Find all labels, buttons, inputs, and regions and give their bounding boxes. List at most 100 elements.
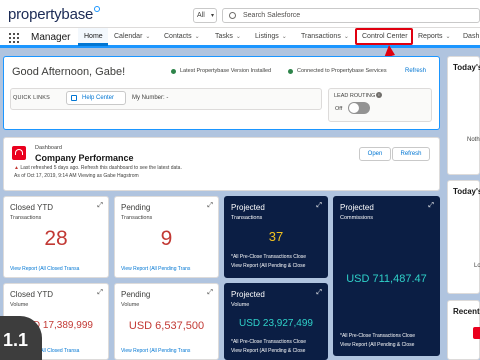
view-report-link[interactable]: View Report (All Closed Transa <box>10 266 79 272</box>
tab-contacts[interactable]: Contacts ⌄ <box>164 28 200 46</box>
tile-value: 28 <box>44 227 68 250</box>
refresh-warning: ▲ Last refreshed 5 days ago. Refresh thi… <box>14 165 182 171</box>
tile-subtitle: Volume <box>10 302 29 308</box>
view-report-link[interactable]: View Report (All Pending Trans <box>121 348 190 354</box>
view-report-link[interactable]: View Report (All Pending & Close <box>231 263 305 269</box>
recent-items-card: Recent I <box>447 300 480 360</box>
projected-commissions-tile[interactable]: Projected Commissions ⤢ USD 711,487.47 *… <box>333 196 440 356</box>
logo-mark-icon <box>94 6 101 12</box>
tab-transactions[interactable]: Transactions ⌄ <box>301 28 349 46</box>
view-report-link[interactable]: View Report (All Pending & Close <box>231 348 305 354</box>
step-badge: 1.1 <box>0 316 42 360</box>
card-text: Lo <box>474 263 480 269</box>
tab-label: Listings <box>255 33 279 40</box>
pending-transactions-tile[interactable]: Pending Transactions ⤢ 9 View Report (Al… <box>114 196 219 278</box>
chevron-down-icon[interactable]: ⌄ <box>446 34 451 40</box>
chevron-down-icon[interactable]: ⌄ <box>195 34 200 40</box>
tab-label: Home <box>84 33 103 40</box>
tab-label: Reports <box>418 33 443 40</box>
chevron-down-icon: ▾ <box>210 13 214 19</box>
lead-routing-toggle[interactable] <box>348 102 370 114</box>
tab-calendar[interactable]: Calendar ⌄ <box>114 28 150 46</box>
tab-dashboards[interactable]: Dash <box>463 28 479 46</box>
app-name: Manager <box>31 32 71 43</box>
chevron-down-icon[interactable]: ⌄ <box>236 34 241 40</box>
status-ok-icon <box>288 69 293 74</box>
highlight-box <box>355 28 413 45</box>
tab-reports[interactable]: Reports ⌄ <box>418 28 451 46</box>
propertybase-logo[interactable]: propertybase <box>8 6 101 23</box>
dashboard-header: Dashboard Company Performance ▲ Last ref… <box>3 137 440 191</box>
refresh-link[interactable]: Refresh <box>405 68 426 74</box>
search-placeholder: Search Salesforce <box>243 12 301 19</box>
status-version: Latest Propertybase Version Installed <box>180 68 272 74</box>
tab-label: Tasks <box>215 33 233 40</box>
tile-title: Closed YTD <box>10 203 53 212</box>
toggle-knob <box>349 103 359 113</box>
tile-subtitle: Transactions <box>121 215 153 221</box>
view-report-link[interactable]: View Report (All Pending & Close <box>340 342 414 348</box>
tile-title: Closed YTD <box>10 290 53 299</box>
tab-label: Calendar <box>114 33 143 40</box>
record-icon[interactable] <box>473 327 480 339</box>
tile-title: Pending <box>121 203 151 212</box>
app-launcher-icon[interactable] <box>9 33 19 43</box>
help-center-label: Help Center <box>82 95 115 101</box>
chevron-down-icon[interactable]: ⌄ <box>282 34 287 40</box>
search-icon <box>229 12 236 19</box>
help-icon <box>71 95 77 101</box>
dashboard-kicker: Dashboard <box>35 145 62 151</box>
tile-footnote: *All Pre-Close Transactions Close <box>231 339 307 345</box>
expand-icon[interactable]: ⤢ <box>207 202 213 210</box>
tile-subtitle: Volume <box>231 302 250 308</box>
expand-icon[interactable]: ⤢ <box>316 202 322 210</box>
quick-links-label: QUICK LINKS <box>13 95 51 101</box>
chevron-down-icon[interactable]: ⌄ <box>145 34 150 40</box>
view-report-link[interactable]: View Report (All Pending Trans <box>121 266 190 272</box>
search-input[interactable]: Search Salesforce <box>222 8 480 23</box>
tile-value: USD 711,487.47 <box>346 273 427 285</box>
tile-title: Projected <box>231 203 265 212</box>
expand-icon[interactable]: ⤢ <box>207 289 213 297</box>
tab-listings[interactable]: Listings ⌄ <box>255 28 287 46</box>
tab-label: Transactions <box>301 33 341 40</box>
lead-routing-label: LEAD ROUTING <box>334 93 376 99</box>
tile-footnote: *All Pre-Close Transactions Close <box>231 254 307 260</box>
todays-card-2: Today's Lo <box>447 180 480 294</box>
tile-value: USD 23,927,499 <box>239 318 313 329</box>
projected-volume-tile[interactable]: Projected Volume ⤢ USD 23,927,499 *All P… <box>224 283 328 360</box>
tab-label: Contacts <box>164 33 192 40</box>
help-center-button[interactable]: Help Center <box>66 91 126 105</box>
tile-value: 37 <box>268 229 284 244</box>
todays-card-1: Today's Noth <box>447 56 480 175</box>
closed-transactions-tile[interactable]: Closed YTD Transactions ⤢ 28 View Report… <box>3 196 109 278</box>
tile-title: Pending <box>121 290 151 299</box>
pending-volume-tile[interactable]: Pending Volume ⤢ USD 6,537,500 View Repo… <box>114 283 219 360</box>
expand-icon[interactable]: ⤢ <box>97 289 103 297</box>
tile-value: 9 <box>160 227 173 250</box>
as-of-text: As of Oct 17, 2019, 9:14 AM Viewing as G… <box>14 173 139 179</box>
info-icon[interactable]: i <box>376 92 382 98</box>
search-scope-select[interactable]: All ▾ <box>193 8 217 23</box>
status-connected: Connected to Propertybase Services <box>297 68 387 74</box>
tile-subtitle: Transactions <box>10 215 42 221</box>
dashboard-title: Company Performance <box>35 153 134 163</box>
tile-title: Projected <box>340 203 374 212</box>
refresh-button[interactable]: Refresh <box>392 147 430 161</box>
tab-tasks[interactable]: Tasks ⌄ <box>215 28 241 46</box>
lead-routing-state: Off <box>335 106 343 112</box>
search-scope-value: All <box>197 12 205 19</box>
projected-transactions-tile[interactable]: Projected Transactions ⤢ 37 *All Pre-Clo… <box>224 196 328 278</box>
dashboard-icon <box>12 146 26 160</box>
status-ok-icon <box>171 69 176 74</box>
open-button[interactable]: Open <box>359 147 391 161</box>
card-title: Today's <box>453 187 480 196</box>
logo-text: propertybase <box>8 6 94 23</box>
tile-footnote: *All Pre-Close Transactions Close <box>340 333 416 339</box>
global-header: propertybase All ▾ Search Salesforce <box>0 0 480 27</box>
expand-icon[interactable]: ⤢ <box>428 202 434 210</box>
expand-icon[interactable]: ⤢ <box>97 202 103 210</box>
expand-icon[interactable]: ⤢ <box>316 289 322 297</box>
chevron-down-icon[interactable]: ⌄ <box>344 34 349 40</box>
tab-home[interactable]: Home <box>78 28 108 46</box>
